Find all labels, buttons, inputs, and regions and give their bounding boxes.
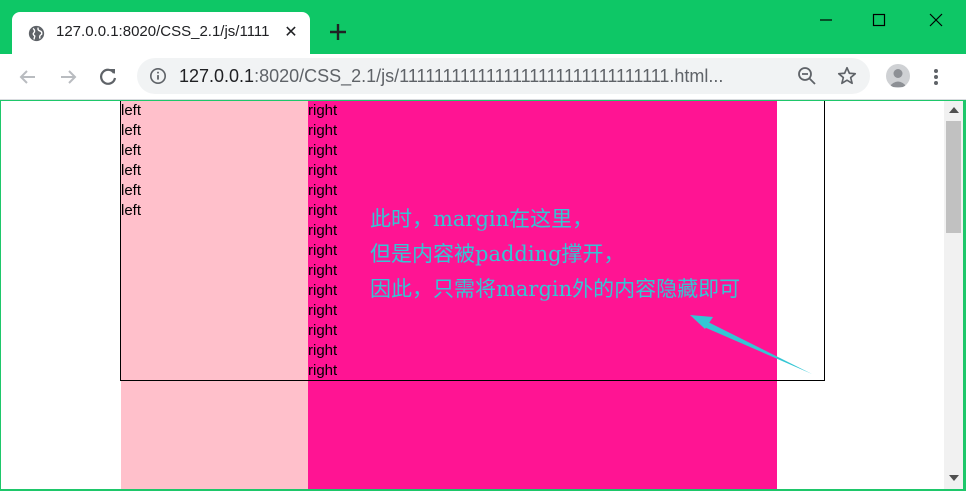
zoom-out-icon[interactable] xyxy=(797,66,817,86)
close-icon[interactable] xyxy=(921,8,951,32)
page-content: left left left left left left right right right… xyxy=(1,101,944,489)
scroll-down-icon[interactable] xyxy=(949,475,959,481)
forward-arrow-icon[interactable] xyxy=(56,65,80,89)
tab-title: 127.0.0.1:8020/CSS_2.1/js/1111 xyxy=(56,23,270,40)
omnibox[interactable]: 127.0.0.1:8020/CSS_2.1/js/11111111111111… xyxy=(137,58,870,94)
url-host: 127.0.0.1 xyxy=(179,66,255,86)
tab-close-icon[interactable]: ✕ xyxy=(282,23,300,41)
back-arrow-icon[interactable] xyxy=(16,65,40,89)
menu-icon[interactable] xyxy=(928,65,944,89)
globe-icon xyxy=(28,25,45,42)
scrollbar-thumb[interactable] xyxy=(946,121,961,233)
annotation-line-2: 但是内容被padding撑开， xyxy=(370,242,625,266)
new-tab-icon[interactable] xyxy=(326,20,350,44)
url-path: :8020/CSS_2.1/js/11111111111111111111111… xyxy=(254,66,724,86)
annotation-text: 此时，margin在这里， 但是内容被padding撑开， 因此，只需将marg… xyxy=(370,202,740,307)
scroll-up-icon[interactable] xyxy=(949,107,959,113)
toolbar: 127.0.0.1:8020/CSS_2.1/js/11111111111111… xyxy=(0,54,966,100)
maximize-icon[interactable] xyxy=(864,8,894,32)
avatar-icon[interactable] xyxy=(886,64,910,88)
reload-icon[interactable] xyxy=(96,65,120,89)
browser-tab[interactable]: 127.0.0.1:8020/CSS_2.1/js/1111 ✕ xyxy=(12,12,310,54)
minimize-icon[interactable] xyxy=(811,8,841,32)
annotation-line-3: 因此，只需将margin外的内容隐藏即可 xyxy=(370,277,741,301)
annotation-line-1: 此时，margin在这里， xyxy=(370,207,594,231)
info-icon[interactable] xyxy=(149,67,167,85)
tab-strip: 127.0.0.1:8020/CSS_2.1/js/1111 ✕ xyxy=(0,0,966,54)
star-icon[interactable] xyxy=(836,65,858,87)
url-text[interactable]: 127.0.0.1:8020/CSS_2.1/js/11111111111111… xyxy=(179,66,779,87)
browser-window: 127.0.0.1:8020/CSS_2.1/js/1111 ✕ 127.0.0… xyxy=(0,0,966,491)
vertical-scrollbar[interactable] xyxy=(944,101,963,489)
